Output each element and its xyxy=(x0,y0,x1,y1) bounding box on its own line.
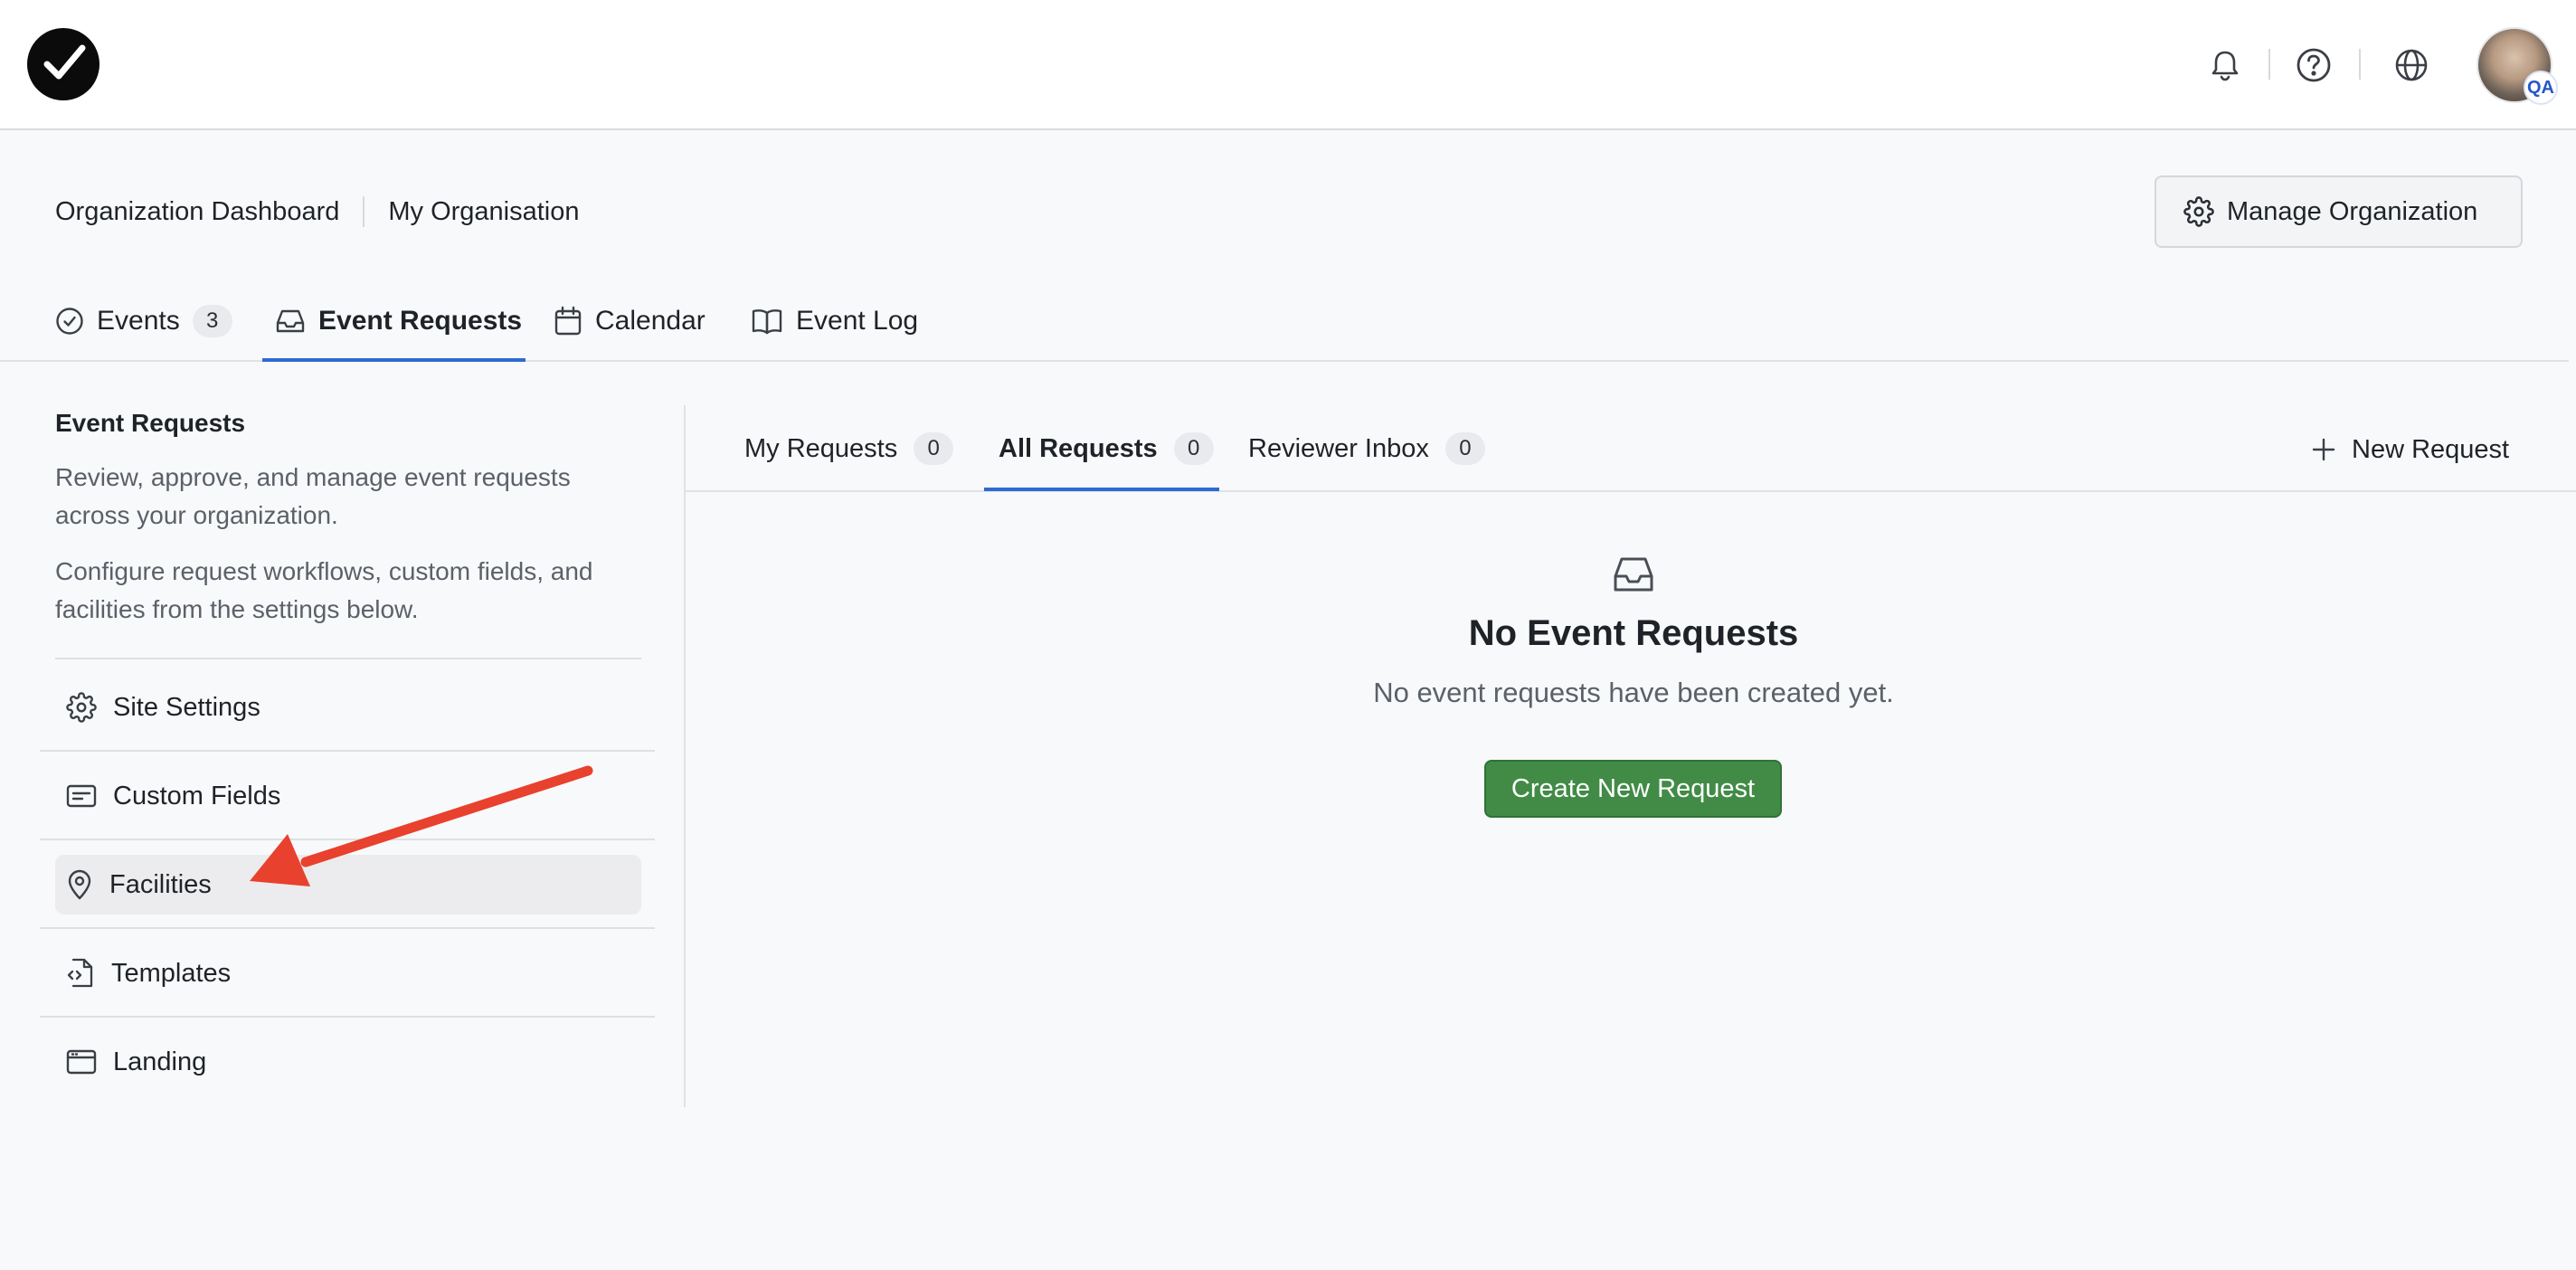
create-new-request-button[interactable]: Create New Request xyxy=(1484,760,1782,818)
avatar-badge: QA xyxy=(2524,71,2558,105)
sidebar-item-facilities[interactable]: Facilities xyxy=(55,855,641,915)
tab-event-log[interactable]: Event Log xyxy=(751,280,918,362)
all-requests-count-badge: 0 xyxy=(1173,432,1214,465)
reviewer-inbox-count-badge: 0 xyxy=(1444,432,1485,465)
tab-all-requests-label: All Requests xyxy=(999,433,1158,463)
header-separator xyxy=(2359,49,2361,80)
active-sub-tab-indicator xyxy=(984,488,1219,491)
gear-icon xyxy=(2183,196,2214,227)
new-request-button[interactable]: New Request xyxy=(2312,427,2509,472)
sidebar-divider xyxy=(55,658,641,659)
tab-reviewer-inbox[interactable]: Reviewer Inbox 0 xyxy=(1248,416,1485,481)
bell-icon[interactable] xyxy=(2203,43,2247,87)
sidebar-item-templates[interactable]: Templates xyxy=(55,943,641,1003)
sidebar-item-label: Templates xyxy=(111,958,232,988)
calendar-icon xyxy=(554,306,582,336)
book-icon xyxy=(752,309,782,335)
tab-event-requests-label: Event Requests xyxy=(318,306,523,336)
sidebar-description: Review, approve, and manage event reques… xyxy=(55,463,571,529)
tab-my-requests-label: My Requests xyxy=(744,433,898,463)
my-requests-count-badge: 0 xyxy=(914,432,954,465)
code-file-icon xyxy=(67,958,93,988)
empty-state-subtitle: No event requests have been created yet. xyxy=(1373,677,1894,708)
tab-calendar-label: Calendar xyxy=(595,306,706,336)
top-bar: QA xyxy=(0,0,2576,130)
sidebar-item-landing[interactable]: Landing xyxy=(55,1032,641,1092)
sidebar-item-label: Landing xyxy=(113,1047,207,1076)
breadcrumb-organization-dashboard[interactable]: Organization Dashboard xyxy=(55,197,339,227)
sidebar-divider xyxy=(40,927,655,929)
help-circle-icon[interactable] xyxy=(2292,43,2335,87)
inbox-icon xyxy=(276,309,305,333)
new-request-label: New Request xyxy=(2352,434,2510,464)
header-separator xyxy=(2268,49,2270,80)
tab-events[interactable]: Events 3 xyxy=(55,280,232,362)
sidebar-title: Event Requests xyxy=(55,409,246,437)
breadcrumb: Organization Dashboard My Organisation xyxy=(55,194,580,230)
main-tabs: Events 3 Event Requests Calendar Event L… xyxy=(0,280,2569,362)
plus-icon xyxy=(2312,438,2335,461)
form-field-icon xyxy=(66,784,97,808)
empty-state-title: No Event Requests xyxy=(1468,613,1799,653)
tab-calendar[interactable]: Calendar xyxy=(554,280,706,362)
breadcrumb-my-organisation[interactable]: My Organisation xyxy=(388,197,579,227)
inbox-icon xyxy=(1611,552,1656,597)
tab-event-log-label: Event Log xyxy=(796,306,919,336)
breadcrumb-separator xyxy=(363,196,365,227)
tab-event-requests[interactable]: Event Requests xyxy=(275,280,522,362)
active-tab-indicator xyxy=(262,358,526,362)
manage-organization-button[interactable]: Manage Organization xyxy=(2155,175,2523,248)
check-circle-icon xyxy=(56,308,83,335)
events-count-badge: 3 xyxy=(192,305,232,337)
sidebar-item-label: Custom Fields xyxy=(113,781,281,810)
tab-events-label: Events xyxy=(97,306,180,336)
gear-icon xyxy=(66,692,97,723)
tab-my-requests[interactable]: My Requests 0 xyxy=(744,416,954,481)
tab-all-requests[interactable]: All Requests 0 xyxy=(999,416,1214,481)
globe-icon[interactable] xyxy=(2390,43,2433,87)
browser-window-icon xyxy=(66,1049,97,1075)
content-divider xyxy=(684,405,686,1107)
sidebar-item-custom-fields[interactable]: Custom Fields xyxy=(55,766,641,826)
sidebar-divider xyxy=(40,839,655,840)
map-pin-icon xyxy=(68,869,91,900)
manage-organization-label: Manage Organization xyxy=(2227,196,2478,226)
tab-reviewer-inbox-label: Reviewer Inbox xyxy=(1248,433,1429,463)
sidebar-item-label: Site Settings xyxy=(113,692,260,722)
sidebar-item-label: Facilities xyxy=(109,869,212,899)
logo-check-icon[interactable] xyxy=(27,28,99,100)
sidebar-divider xyxy=(40,1016,655,1018)
sidebar-divider xyxy=(40,750,655,752)
sidebar-item-site-settings[interactable]: Site Settings xyxy=(55,678,641,737)
sidebar-description-settings: Configure request workflows, custom fiel… xyxy=(55,557,593,623)
sub-tabs-border xyxy=(686,490,2576,492)
